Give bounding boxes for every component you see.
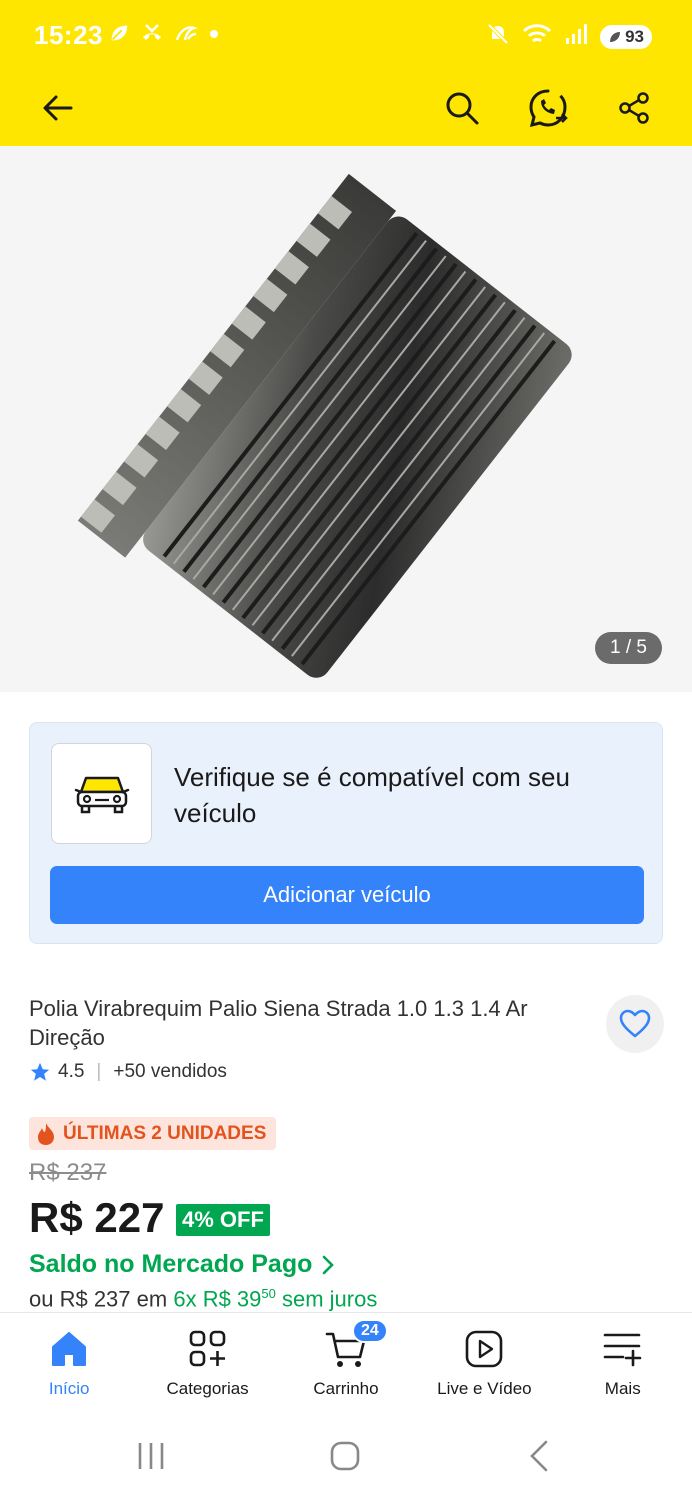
product-image-gallery[interactable]: 1 / 5 bbox=[0, 146, 692, 692]
vehicle-compatibility-card: Verifique se é compatível com seu veícul… bbox=[29, 722, 663, 944]
status-time: 15:23 bbox=[34, 20, 103, 50]
installment-prefix: ou R$ 237 bbox=[29, 1286, 131, 1312]
categories-icon bbox=[189, 1330, 225, 1367]
search-icon bbox=[446, 92, 479, 125]
image-counter: 1 / 5 bbox=[595, 632, 662, 664]
tab-label: Categorias bbox=[166, 1379, 249, 1398]
battery-indicator: 93 bbox=[600, 24, 652, 49]
balance-text: Saldo no Mercado Pago bbox=[29, 1250, 313, 1278]
installment-value: 6x R$ 39 bbox=[173, 1286, 262, 1312]
product-title: Polia Virabrequim Palio Siena Strada 1.0… bbox=[29, 996, 528, 1050]
tab-label: Mais bbox=[604, 1379, 641, 1398]
share-button[interactable] bbox=[608, 82, 660, 134]
installment-mid: em bbox=[136, 1286, 168, 1312]
product-image bbox=[77, 173, 572, 678]
home-icon bbox=[52, 1332, 87, 1366]
recents-icon bbox=[138, 1443, 164, 1469]
bottom-tab-bar: Início Categorias 24 Carrinho Live e Víd… bbox=[0, 1312, 692, 1408]
back-nav-button[interactable] bbox=[514, 1436, 564, 1476]
tab-label: Carrinho bbox=[313, 1379, 379, 1398]
whatsapp-icon bbox=[529, 89, 568, 128]
tab-label: Live e Vídeo bbox=[437, 1379, 532, 1398]
header-nav bbox=[0, 72, 692, 146]
status-system-icons: 93 bbox=[486, 22, 652, 51]
original-price: R$ 237 bbox=[29, 1159, 107, 1186]
cart-count-badge: 24 bbox=[351, 1319, 388, 1343]
signal-icon bbox=[564, 22, 588, 51]
play-icon bbox=[466, 1330, 503, 1368]
tab-carrinho[interactable]: 24 Carrinho bbox=[277, 1313, 415, 1409]
heart-icon bbox=[619, 1009, 651, 1038]
car-icon bbox=[74, 776, 129, 813]
back-arrow-icon bbox=[43, 95, 73, 121]
add-vehicle-button[interactable]: Adicionar veículo bbox=[50, 866, 644, 924]
favorite-button[interactable] bbox=[606, 995, 664, 1053]
chevron-left-icon bbox=[530, 1440, 548, 1472]
rating-separator: | bbox=[96, 1061, 102, 1082]
whatsapp-share-button[interactable] bbox=[522, 82, 574, 134]
app-notification-icon bbox=[174, 22, 199, 49]
tab-mais[interactable]: Mais bbox=[554, 1313, 692, 1409]
back-button[interactable] bbox=[32, 82, 84, 134]
tab-categorias[interactable]: Categorias bbox=[138, 1313, 276, 1409]
dot-icon bbox=[208, 27, 220, 45]
top-bar: 15:23 93 bbox=[0, 0, 692, 146]
car-icon-box bbox=[51, 743, 152, 844]
battery-level: 93 bbox=[625, 26, 644, 46]
wifi-icon bbox=[522, 22, 552, 51]
system-navigation-bar bbox=[0, 1408, 692, 1500]
menu-plus-icon bbox=[603, 1333, 642, 1367]
sold-count: +50 vendidos bbox=[113, 1061, 227, 1082]
urgency-text: ÚLTIMAS 2 UNIDADES bbox=[63, 1122, 267, 1144]
search-button[interactable] bbox=[436, 82, 488, 134]
fire-icon bbox=[38, 1122, 54, 1145]
tab-label: Início bbox=[48, 1379, 90, 1398]
compatibility-title: Verifique se é compatível com seu veícul… bbox=[174, 762, 570, 828]
status-notification-icons bbox=[108, 22, 220, 49]
installment-suffix: sem juros bbox=[282, 1286, 378, 1312]
rating-row[interactable]: 4.5 | +50 vendidos bbox=[29, 1061, 227, 1083]
missed-call-icon bbox=[140, 22, 164, 49]
discount-badge: 4% OFF bbox=[176, 1204, 270, 1236]
tab-inicio[interactable]: Início bbox=[0, 1313, 138, 1409]
home-nav-button[interactable] bbox=[320, 1436, 370, 1476]
leaf-icon bbox=[108, 22, 130, 49]
status-bar: 15:23 93 bbox=[0, 0, 692, 72]
star-icon bbox=[30, 1062, 50, 1081]
home-circle-icon bbox=[330, 1441, 360, 1471]
share-icon bbox=[619, 92, 649, 124]
current-price: R$ 227 bbox=[29, 1194, 165, 1241]
installment-cents: 50 bbox=[261, 1286, 276, 1301]
tab-live-video[interactable]: Live e Vídeo bbox=[415, 1313, 553, 1409]
mercado-pago-balance-link[interactable]: Saldo no Mercado Pago bbox=[29, 1250, 335, 1279]
recents-button[interactable] bbox=[126, 1436, 176, 1476]
chevron-right-icon bbox=[323, 1255, 335, 1274]
rating-value: 4.5 bbox=[58, 1061, 85, 1082]
installment-info: ou R$ 237 em 6x R$ 3950 sem juros bbox=[29, 1286, 377, 1312]
mute-icon bbox=[486, 22, 510, 51]
urgency-badge: ÚLTIMAS 2 UNIDADES bbox=[29, 1117, 277, 1150]
